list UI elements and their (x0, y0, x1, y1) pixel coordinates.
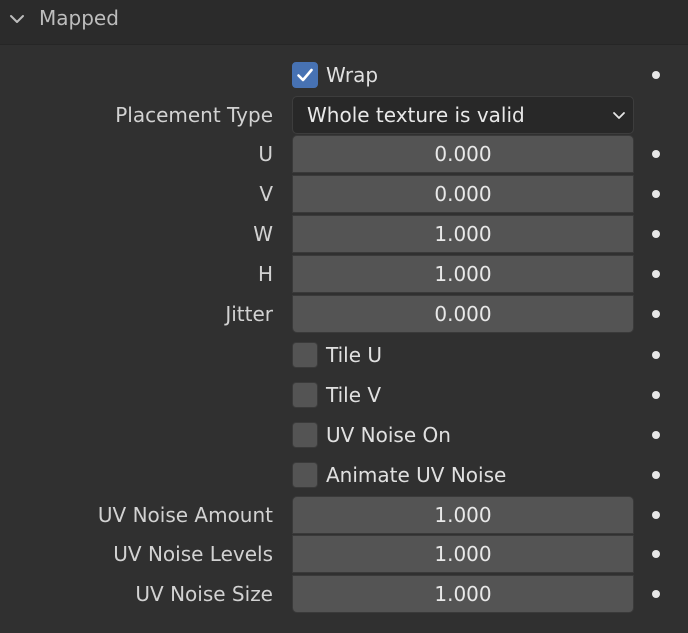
h-label: H (257, 262, 273, 286)
jitter-label: Jitter (225, 302, 273, 326)
u-field[interactable]: 0.000 (292, 135, 634, 173)
placement-type-dropdown[interactable]: Whole texture is valid (292, 96, 634, 134)
panel-title: Mapped (39, 6, 119, 30)
placement-type-value: Whole texture is valid (307, 103, 525, 127)
tile-u-checkbox[interactable] (292, 342, 318, 368)
placement-type-row: Placement Type Whole texture is valid (0, 96, 688, 134)
u-row: U 0.000 (0, 135, 688, 173)
jitter-field[interactable]: 0.000 (292, 295, 634, 333)
keyframe-dot-icon[interactable] (652, 391, 660, 399)
uv-noise-amount-label: UV Noise Amount (97, 503, 273, 527)
uv-noise-levels-field[interactable]: 1.000 (292, 535, 634, 573)
uv-noise-levels-row: UV Noise Levels 1.000 (0, 535, 688, 573)
tile-v-checkbox[interactable] (292, 382, 318, 408)
keyframe-dot-icon[interactable] (652, 511, 660, 519)
u-label: U (258, 142, 273, 166)
keyframe-dot-icon[interactable] (652, 150, 660, 158)
w-row: W 1.000 (0, 215, 688, 253)
v-field[interactable]: 0.000 (292, 175, 634, 213)
animate-uv-noise-row: Animate UV Noise (0, 456, 688, 494)
keyframe-dot-icon[interactable] (652, 351, 660, 359)
h-field[interactable]: 1.000 (292, 255, 634, 293)
tile-u-label[interactable]: Tile U (326, 336, 382, 374)
uv-noise-on-label[interactable]: UV Noise On (326, 416, 451, 454)
uv-noise-size-label: UV Noise Size (135, 582, 273, 606)
keyframe-dot-icon[interactable] (652, 431, 660, 439)
chevron-down-icon[interactable] (8, 10, 26, 28)
keyframe-dot-icon[interactable] (652, 471, 660, 479)
keyframe-dot-icon[interactable] (652, 71, 660, 79)
panel-header[interactable]: Mapped (0, 0, 688, 45)
keyframe-dot-icon[interactable] (652, 590, 660, 598)
uv-noise-levels-label: UV Noise Levels (113, 542, 273, 566)
uv-noise-size-field[interactable]: 1.000 (292, 575, 634, 613)
w-field[interactable]: 1.000 (292, 215, 634, 253)
uv-noise-amount-row: UV Noise Amount 1.000 (0, 496, 688, 534)
v-row: V 0.000 (0, 175, 688, 213)
uv-noise-size-row: UV Noise Size 1.000 (0, 575, 688, 613)
tile-v-label[interactable]: Tile V (326, 376, 381, 414)
tile-v-row: Tile V (0, 376, 688, 414)
keyframe-dot-icon[interactable] (652, 310, 660, 318)
uv-noise-amount-field[interactable]: 1.000 (292, 496, 634, 534)
jitter-row: Jitter 0.000 (0, 295, 688, 333)
keyframe-dot-icon[interactable] (652, 270, 660, 278)
keyframe-dot-icon[interactable] (652, 230, 660, 238)
tile-u-row: Tile U (0, 336, 688, 374)
chevron-down-icon (613, 112, 625, 119)
wrap-label[interactable]: Wrap (326, 56, 378, 94)
h-row: H 1.000 (0, 255, 688, 293)
keyframe-dot-icon[interactable] (652, 190, 660, 198)
uv-noise-on-checkbox[interactable] (292, 422, 318, 448)
wrap-row: Wrap (0, 56, 688, 94)
w-label: W (253, 222, 273, 246)
animate-uv-noise-label[interactable]: Animate UV Noise (326, 456, 506, 494)
animate-uv-noise-checkbox[interactable] (292, 462, 318, 488)
checkmark-icon (297, 68, 313, 82)
uv-noise-on-row: UV Noise On (0, 416, 688, 454)
v-label: V (259, 182, 273, 206)
keyframe-dot-icon[interactable] (652, 550, 660, 558)
wrap-checkbox[interactable] (292, 62, 318, 88)
placement-type-label: Placement Type (115, 103, 273, 127)
